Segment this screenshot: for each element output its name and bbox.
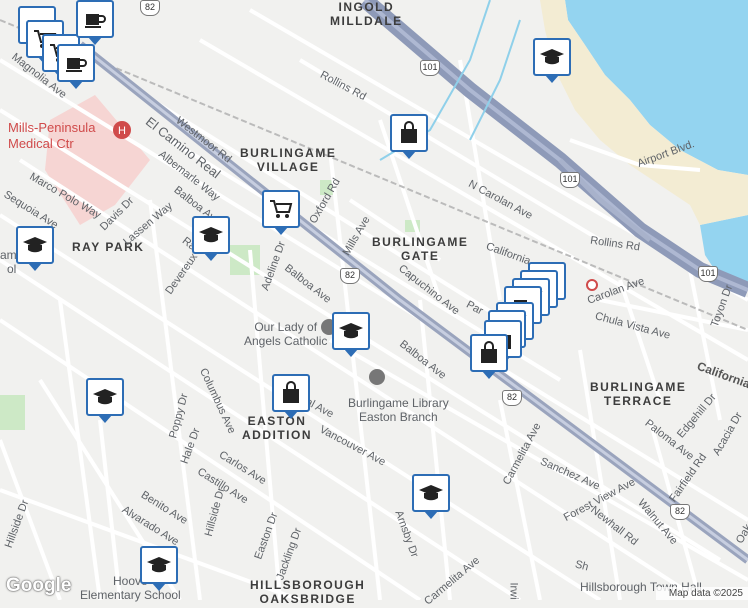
school-icon xyxy=(23,237,47,253)
school-icon xyxy=(339,323,363,339)
area-label-easton-addition: EASTON ADDITION xyxy=(242,414,312,442)
school-icon xyxy=(147,557,171,573)
coffee-icon xyxy=(66,58,87,72)
svg-text:H: H xyxy=(118,125,126,137)
poi-label-library[interactable]: Burlingame Library Easton Branch xyxy=(348,396,449,424)
highway-shield: 82 xyxy=(670,504,690,520)
map-data-text: Map data ©2025 xyxy=(668,588,743,599)
train-station-icon xyxy=(586,279,598,291)
shopping-marker[interactable] xyxy=(272,374,310,419)
attribution-bar: Map data ©2025 xyxy=(655,587,748,600)
school-icon xyxy=(93,389,117,405)
coffee-marker[interactable] xyxy=(76,0,114,45)
highway-shield: 101 xyxy=(560,172,580,188)
library-icon xyxy=(369,369,385,385)
shopping-marker[interactable] xyxy=(390,114,428,159)
school-marker[interactable] xyxy=(140,546,178,591)
park xyxy=(0,395,25,430)
coffee-icon xyxy=(85,14,106,28)
school-marker[interactable] xyxy=(16,226,54,271)
coffee-marker[interactable] xyxy=(57,44,95,89)
shopping-marker[interactable] xyxy=(470,334,508,379)
map-canvas[interactable]: H xyxy=(0,0,748,600)
area-label-burlingame-village: BURLINGAME VILLAGE xyxy=(240,146,337,174)
school-marker[interactable] xyxy=(86,378,124,423)
highway-shield: 101 xyxy=(698,266,718,282)
area-label-burlingame-terrace: BURLINGAME TERRACE xyxy=(590,380,687,408)
area-label-milldale: INGOLD MILLDALE xyxy=(330,0,403,28)
school-marker[interactable] xyxy=(533,38,571,83)
school-marker[interactable] xyxy=(192,216,230,261)
grocery-icon xyxy=(270,200,293,218)
hospital-area xyxy=(45,95,150,225)
school-icon xyxy=(540,49,564,65)
school-marker[interactable] xyxy=(412,474,450,519)
shopping-bag-icon xyxy=(481,341,497,363)
area-label-burlingame-gate: BURLINGAME GATE xyxy=(372,235,469,263)
grocery-marker[interactable] xyxy=(262,190,300,235)
poi-label-mills-peninsula[interactable]: Mills-Peninsula Medical Ctr xyxy=(8,120,95,152)
highway-shield: 101 xyxy=(420,60,440,76)
school-icon xyxy=(419,485,443,501)
highway-shield: 82 xyxy=(502,390,522,406)
school-marker[interactable] xyxy=(332,312,370,357)
shopping-bag-icon xyxy=(283,381,299,403)
google-logo: Google xyxy=(6,575,72,596)
school-icon xyxy=(199,227,223,243)
highway-shield: 82 xyxy=(140,0,160,16)
poi-label-our-lady[interactable]: Our Lady of Angels Catholic xyxy=(244,320,327,348)
shopping-bag-icon xyxy=(401,121,417,143)
area-label-hillsborough: HILLSBOROUGH OAKSBRIDGE xyxy=(250,578,366,606)
street-label: Irwi xyxy=(507,582,520,600)
highway-shield: 82 xyxy=(340,268,360,284)
